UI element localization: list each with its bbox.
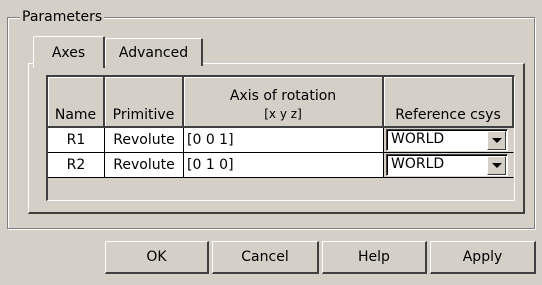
chevron-down-icon[interactable] bbox=[487, 131, 506, 150]
cell-name[interactable]: R1 bbox=[48, 128, 105, 153]
reference-csys-select[interactable]: WORLD bbox=[386, 154, 508, 176]
ok-button[interactable]: OK bbox=[105, 241, 209, 274]
column-header-name[interactable]: Name bbox=[48, 77, 105, 128]
apply-button[interactable]: Apply bbox=[430, 241, 536, 274]
column-header-axis[interactable]: Axis of rotation [x y z] bbox=[184, 77, 384, 128]
column-header-reference[interactable]: Reference csys bbox=[384, 77, 514, 128]
tab-axes[interactable]: Axes bbox=[33, 36, 105, 68]
cell-axis[interactable]: [0 0 1] bbox=[184, 128, 384, 153]
column-header-primitive[interactable]: Primitive bbox=[105, 77, 184, 128]
cell-reference: WORLD bbox=[384, 128, 514, 153]
column-header-name-label: Name bbox=[54, 107, 97, 123]
reference-csys-value: WORLD bbox=[391, 156, 445, 172]
tab-axes-label: Axes bbox=[51, 44, 86, 61]
tab-advanced-label: Advanced bbox=[118, 44, 189, 61]
reference-csys-select[interactable]: WORLD bbox=[386, 129, 508, 151]
cell-primitive[interactable]: Revolute bbox=[105, 153, 184, 178]
column-header-reference-label: Reference csys bbox=[395, 107, 501, 123]
help-button[interactable]: Help bbox=[322, 241, 427, 274]
reference-csys-value: WORLD bbox=[391, 131, 445, 147]
cell-reference: WORLD bbox=[384, 153, 514, 178]
column-header-primitive-label: Primitive bbox=[112, 107, 175, 123]
chevron-down-icon[interactable] bbox=[487, 156, 506, 175]
column-header-axis-label: Axis of rotation bbox=[229, 88, 337, 104]
cell-primitive[interactable]: Revolute bbox=[105, 128, 184, 153]
axes-table: Name Primitive Axis of rotation [x y z] … bbox=[46, 75, 515, 201]
parameters-group-title: Parameters bbox=[20, 8, 105, 26]
tab-advanced[interactable]: Advanced bbox=[105, 38, 203, 66]
cell-name[interactable]: R2 bbox=[48, 153, 105, 178]
column-header-axis-sublabel: [x y z] bbox=[264, 107, 302, 121]
cancel-button[interactable]: Cancel bbox=[212, 241, 319, 274]
cell-axis[interactable]: [0 1 0] bbox=[184, 153, 384, 178]
